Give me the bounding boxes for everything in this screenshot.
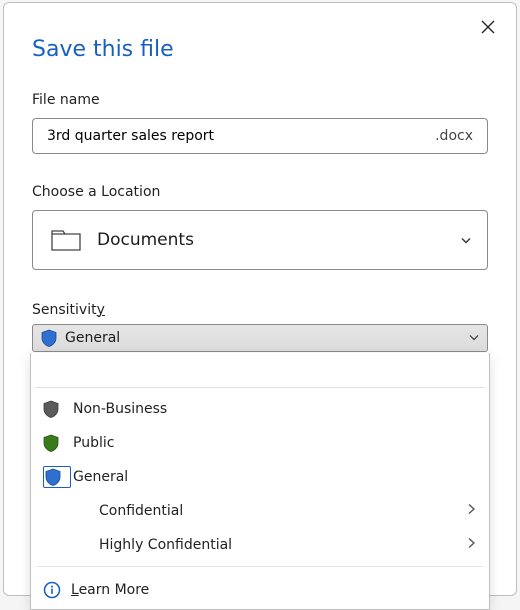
shield-icon	[43, 434, 59, 452]
chevron-right-icon	[468, 538, 475, 553]
sensitivity-label-text: Sensitivity	[32, 302, 105, 318]
chevron-down-icon	[461, 234, 471, 247]
learn-more-link[interactable]: Learn More	[31, 571, 489, 609]
chevron-down-icon	[469, 333, 479, 344]
filename-field-wrapper: .docx	[32, 118, 488, 154]
option-label: Public	[73, 435, 114, 451]
chevron-right-icon	[468, 504, 475, 519]
close-icon	[481, 20, 495, 34]
divider	[37, 566, 483, 567]
filename-label: File name	[32, 92, 488, 108]
sensitivity-dropdown: Non-Business Public General Conf	[30, 353, 490, 610]
location-name: Documents	[97, 230, 194, 250]
shield-icon	[41, 329, 57, 347]
info-icon	[43, 581, 61, 599]
location-picker[interactable]: Documents	[32, 210, 488, 270]
learn-more-rest: earn More	[79, 582, 150, 598]
filename-extension: .docx	[435, 128, 473, 144]
option-label: Confidential	[99, 503, 183, 519]
sensitivity-label: Sensitivity	[32, 302, 488, 318]
location-label: Choose a Location	[32, 184, 488, 200]
folder-icon	[51, 228, 81, 252]
sensitivity-option-confidential[interactable]: Confidential	[31, 494, 489, 528]
sensitivity-selected-label: General	[65, 330, 120, 346]
sensitivity-select[interactable]: General	[32, 324, 488, 352]
divider	[35, 387, 485, 388]
save-file-dialog: Save this file File name .docx Choose a …	[3, 2, 517, 596]
filename-input[interactable]	[47, 128, 427, 144]
sensitivity-option-general[interactable]: General	[31, 460, 489, 494]
shield-icon	[43, 400, 59, 418]
close-button[interactable]	[474, 13, 502, 41]
shield-icon	[45, 468, 61, 486]
option-label: Highly Confidential	[99, 537, 232, 553]
sensitivity-option-public[interactable]: Public	[31, 426, 489, 460]
sensitivity-option-highly-confidential[interactable]: Highly Confidential	[31, 528, 489, 562]
learn-more-label: Learn More	[71, 582, 149, 598]
dialog-title: Save this file	[32, 37, 488, 62]
option-label: General	[73, 469, 128, 485]
sensitivity-option-nonbusiness[interactable]: Non-Business	[31, 392, 489, 426]
option-label: Non-Business	[73, 401, 167, 417]
learn-more-underline: L	[71, 582, 79, 598]
